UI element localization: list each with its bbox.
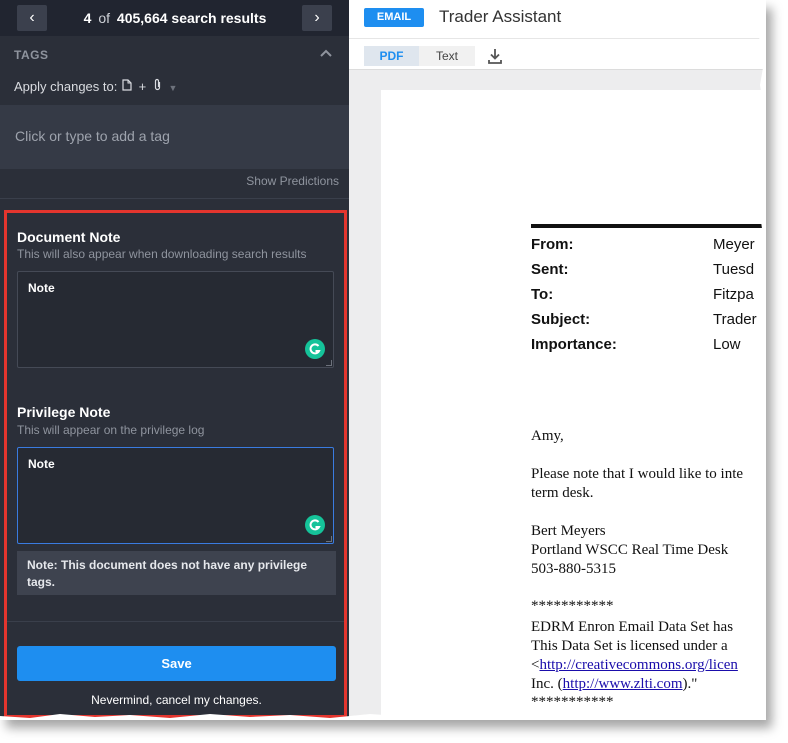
total-results-count: 405,664 [116,10,168,26]
grammarly-icon[interactable] [305,339,325,359]
footer-line: <http://creativecommons.org/licen [531,657,738,674]
screenshot-frame: ‹ 4 of 405,664 search results › TAGS App… [0,0,766,720]
document-note-field[interactable]: Note [17,271,334,368]
header-value: Fitzpa [713,286,754,303]
privilege-note-subtitle: This will appear on the privilege log [17,423,205,437]
tag-input[interactable]: Click or type to add a tag [0,105,349,169]
pdf-page: From: Meyer Sent: Tuesd To: Fitzpa Subje… [381,90,766,720]
resize-handle[interactable] [326,536,332,542]
footer-line: EDRM Enron Email Data Set has [531,619,734,635]
email-body-line: Please note that I would like to inte [531,466,744,482]
apply-target-selector[interactable]: + ▼ [122,78,180,94]
tab-pdf[interactable]: PDF [364,46,419,66]
divider [7,621,344,622]
header-label: Sent: [531,261,569,278]
email-header-sent: Sent: Tuesd [531,261,766,283]
footer-text: )." [682,676,698,692]
document-note-text: Note [28,281,55,295]
chevron-up-icon[interactable] [320,46,332,60]
apply-changes-label: Apply changes to: [14,79,118,94]
plus-label: + [138,79,147,94]
tags-section-title: TAGS [14,48,49,62]
header-value: Tuesd [713,261,755,278]
email-header-importance: Importance: Low [531,336,766,358]
divider [349,38,766,39]
email-header-from: From: Meyer [531,236,766,258]
separator-stars: *********** [531,694,614,710]
paperclip-icon [153,78,162,94]
privilege-note-title: Privilege Note [17,404,111,420]
zlti-link[interactable]: http://www.zlti.com [563,676,683,692]
privilege-note-text: Note [28,457,55,471]
header-value: Trader [713,311,757,328]
document-note-title: Document Note [17,229,121,245]
footer-line: This Data Set is licensed under a [531,638,728,654]
header-label: To: [531,286,554,303]
save-button[interactable]: Save [17,646,336,681]
viewer-header: EMAIL Trader Assistant PDF Text [349,0,766,70]
document-icon [122,79,132,94]
torn-edge-right [758,0,766,720]
show-predictions-link[interactable]: Show Predictions [246,174,339,188]
result-navigation: ‹ 4 of 405,664 search results › [0,0,349,36]
license-link[interactable]: http://creativecommons.org/licen [539,657,737,673]
signature-desk: Portland WSCC Real Time Desk [531,542,729,558]
resize-handle[interactable] [326,360,332,366]
privilege-warning-text: Note: This document does not have any pr… [27,558,308,589]
caret-down-icon: ▼ [168,83,178,93]
signature-name: Bert Meyers [531,523,606,539]
email-body-line: term desk. [531,485,594,501]
notes-form-highlight: Document Note This will also appear when… [4,210,347,718]
current-result-number: 4 [83,10,92,26]
divider [0,198,349,199]
document-type-badge: EMAIL [364,8,424,27]
header-value: Meyer [713,236,755,253]
email-header-rule [531,224,766,228]
header-label: From: [531,236,574,253]
cancel-changes-link[interactable]: Nevermind, cancel my changes. [17,693,336,707]
email-header-subject: Subject: Trader [531,311,766,333]
result-counter: 4 of 405,664 search results [60,0,290,36]
previous-result-button[interactable]: ‹ [17,5,47,31]
torn-edge-bottom [0,714,766,720]
header-label: Subject: [531,311,591,328]
grammarly-icon[interactable] [305,515,325,535]
email-header-to: To: Fitzpa [531,286,766,308]
document-title: Trader Assistant [439,7,562,26]
privilege-warning: Note: This document does not have any pr… [17,551,336,595]
separator-stars: *********** [531,598,614,614]
document-viewer: EMAIL Trader Assistant PDF Text From: Me… [349,0,766,720]
header-label: Importance: [531,336,617,353]
signature-phone: 503-880-5315 [531,561,616,577]
tab-text[interactable]: Text [419,46,475,66]
result-of-label: of [98,10,111,26]
footer-line: Inc. (http://www.zlti.com)." [531,676,697,693]
results-suffix: search results [171,10,267,26]
tag-input-placeholder: Click or type to add a tag [15,128,170,144]
header-value: Low [713,336,741,353]
document-note-subtitle: This will also appear when downloading s… [17,247,307,261]
sidebar: ‹ 4 of 405,664 search results › TAGS App… [0,0,349,720]
footer-text: Inc. ( [531,676,563,692]
download-icon[interactable] [487,47,503,65]
privilege-note-field[interactable]: Note [17,447,334,544]
next-result-button[interactable]: › [302,5,332,31]
email-greeting: Amy, [531,428,564,444]
